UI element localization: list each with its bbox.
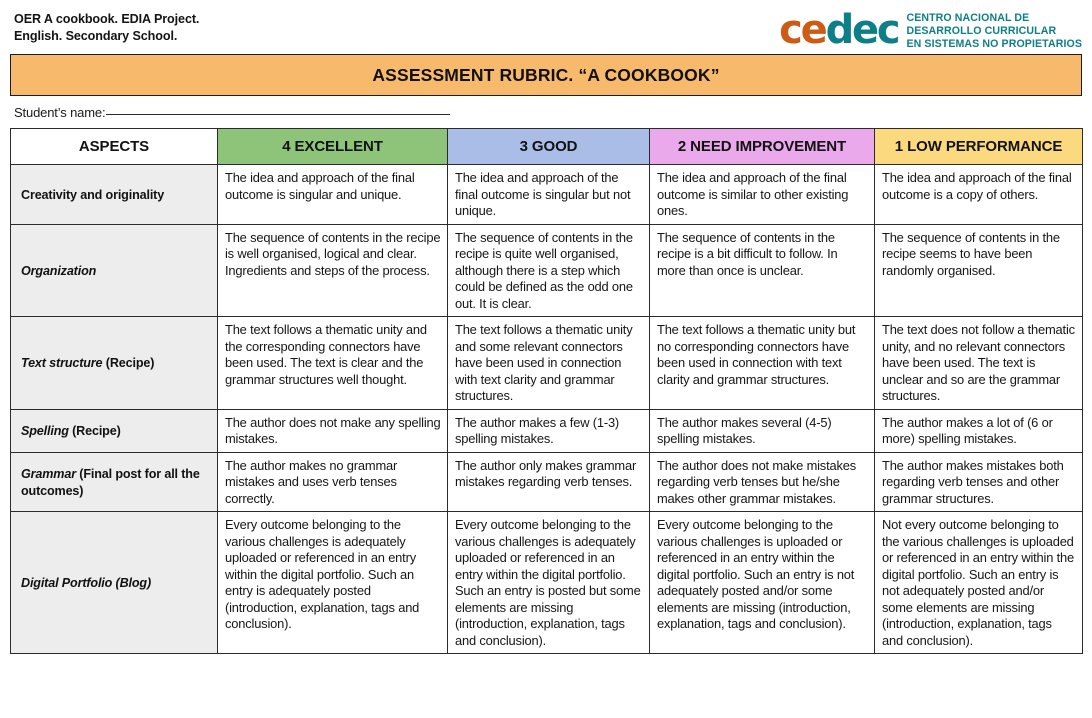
- aspect-label-main: Organization: [21, 263, 97, 278]
- cedec-tagline-line2: DESARROLLO CURRICULAR: [906, 24, 1057, 37]
- cell-low-performance: The text does not follow a thematic unit…: [874, 316, 1083, 410]
- aspect-label-main: Grammar: [21, 467, 76, 482]
- table-row: Grammar (Final post for all the outcomes…: [10, 451, 1083, 513]
- document-header: OER A cookbook. EDIA Project. English. S…: [0, 0, 1092, 50]
- assessment-title-banner: ASSESSMENT RUBRIC. “A COOKBOOK”: [10, 54, 1082, 96]
- cell-need-improvement: The sequence of contents in the recipe i…: [649, 223, 875, 318]
- cedec-tagline-line1: CENTRO NACIONAL DE: [906, 12, 1030, 24]
- cell-good: The author only makes grammar mistakes r…: [447, 451, 650, 513]
- rubric-table: ASPECTS 4 EXCELLENT 3 GOOD 2 NEED IMPROV…: [10, 128, 1083, 655]
- cell-need-improvement: Every outcome belonging to the various c…: [649, 511, 875, 655]
- cell-need-improvement: The text follows a thematic unity but no…: [649, 316, 875, 410]
- cell-excellent: Every outcome belonging to the various c…: [217, 511, 448, 655]
- student-name-line: Student’s name:: [14, 105, 1092, 120]
- table-row: Text structure (Recipe) The text follows…: [10, 316, 1083, 410]
- aspect-label-main: Digital Portfolio (Blog): [21, 576, 152, 591]
- document-subtitle: OER A cookbook. EDIA Project. English. S…: [14, 8, 199, 44]
- aspect-label: Grammar (Final post for all the outcomes…: [10, 451, 218, 513]
- cedec-tagline: CENTRO NACIONAL DE DESARROLLO CURRICULAR…: [906, 10, 1082, 51]
- aspect-label: Spelling (Recipe): [10, 408, 218, 453]
- cell-low-performance: The author makes a lot of (6 or more) sp…: [874, 408, 1083, 453]
- cedec-wordmark: cedec: [779, 7, 901, 54]
- cell-need-improvement: The author does not make mistakes regard…: [649, 451, 875, 513]
- student-name-label: Student’s name:: [14, 105, 106, 120]
- table-row: Spelling (Recipe) The author does not ma…: [10, 408, 1083, 453]
- cedec-tagline-line3: EN SISTEMAS NO PROPIETARIOS: [906, 37, 1082, 50]
- cell-good: The author makes a few (1-3) spelling mi…: [447, 408, 650, 453]
- document-subtitle-line1: OER A cookbook. EDIA Project.: [14, 12, 200, 26]
- column-header-low-performance: 1 LOW PERFORMANCE: [874, 128, 1083, 165]
- cell-good: The text follows a thematic unity and so…: [447, 316, 650, 410]
- cell-low-performance: The sequence of contents in the recipe s…: [874, 223, 1083, 318]
- aspect-label: Organization: [10, 223, 218, 318]
- cedec-wordmark-orange: ce: [779, 7, 828, 54]
- aspect-label: Text structure (Recipe): [10, 316, 218, 410]
- aspect-label: Digital Portfolio (Blog): [10, 511, 218, 655]
- rubric-page: OER A cookbook. EDIA Project. English. S…: [0, 0, 1092, 718]
- rubric-header-row: ASPECTS 4 EXCELLENT 3 GOOD 2 NEED IMPROV…: [10, 128, 1083, 165]
- aspect-label-suffix: (Recipe): [68, 424, 121, 439]
- cell-low-performance: Not every outcome belonging to the vario…: [874, 511, 1083, 655]
- cell-low-performance: The author makes mistakes both regarding…: [874, 451, 1083, 513]
- cell-good: The idea and approach of the final outco…: [447, 164, 650, 225]
- column-header-excellent: 4 EXCELLENT: [217, 128, 448, 165]
- cell-good: Every outcome belonging to the various c…: [447, 511, 650, 655]
- cell-excellent: The idea and approach of the final outco…: [217, 164, 448, 225]
- table-row: Organization The sequence of contents in…: [10, 223, 1083, 318]
- rubric-body: Creativity and originality The idea and …: [10, 164, 1083, 655]
- document-subtitle-line2: English. Secondary School.: [14, 28, 178, 43]
- cell-need-improvement: The author makes several (4-5) spelling …: [649, 408, 875, 453]
- cedec-wordmark-teal: dec: [825, 7, 901, 54]
- cell-need-improvement: The idea and approach of the final outco…: [649, 164, 875, 225]
- column-header-need-improvement: 2 NEED IMPROVEMENT: [649, 128, 875, 165]
- cell-excellent: The author makes no grammar mistakes and…: [217, 451, 448, 513]
- cell-excellent: The author does not make any spelling mi…: [217, 408, 448, 453]
- aspect-label-main: Creativity and originality: [21, 187, 165, 202]
- column-header-good: 3 GOOD: [447, 128, 650, 165]
- table-row: Creativity and originality The idea and …: [10, 164, 1083, 225]
- aspect-label-main: Spelling: [21, 424, 69, 439]
- aspect-label: Creativity and originality: [10, 164, 218, 225]
- column-header-aspects: ASPECTS: [10, 128, 218, 165]
- student-name-blank[interactable]: [106, 114, 451, 115]
- aspect-label-main: Text structure: [21, 356, 103, 371]
- cedec-logo: cedec CENTRO NACIONAL DE DESARROLLO CURR…: [779, 8, 1082, 51]
- table-row: Digital Portfolio (Blog) Every outcome b…: [10, 511, 1083, 655]
- cell-excellent: The sequence of contents in the recipe i…: [217, 223, 448, 318]
- cell-low-performance: The idea and approach of the final outco…: [874, 164, 1083, 225]
- page-title: ASSESSMENT RUBRIC. “A COOKBOOK”: [372, 64, 720, 85]
- aspect-label-suffix: (Recipe): [102, 356, 155, 371]
- cell-good: The sequence of contents in the recipe i…: [447, 223, 650, 318]
- cell-excellent: The text follows a thematic unity and th…: [217, 316, 448, 410]
